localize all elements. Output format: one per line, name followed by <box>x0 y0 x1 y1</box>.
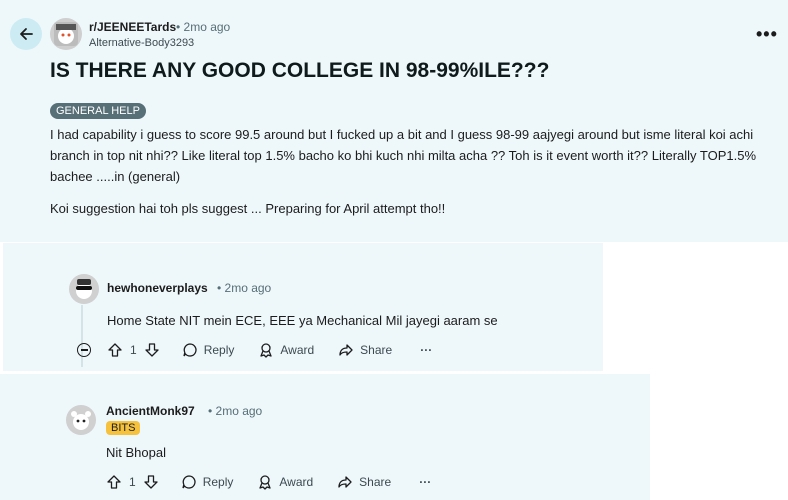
upvote-icon[interactable] <box>107 342 123 358</box>
comment-timestamp: • 2mo ago <box>208 404 263 418</box>
vote-count: 1 <box>129 475 136 489</box>
upvote-icon[interactable] <box>106 474 122 490</box>
comment-username[interactable]: hewhoneverplays <box>107 281 208 295</box>
comment: hewhoneverplays • 2mo ago Home State NIT… <box>3 243 603 371</box>
post-flair[interactable]: GENERAL HELP <box>50 103 146 119</box>
comment-more-button[interactable]: ··· <box>419 475 431 489</box>
post-body: I had capability i guess to score 99.5 a… <box>50 124 780 230</box>
comment-username[interactable]: AncientMonk97 <box>106 404 195 418</box>
comment-bubble-icon <box>182 475 196 489</box>
downvote-icon[interactable] <box>144 342 160 358</box>
comment-body: Home State NIT mein ECE, EEE ya Mechanic… <box>107 313 498 328</box>
vote-count: 1 <box>130 343 137 357</box>
share-button[interactable]: Share <box>337 474 391 490</box>
subreddit-avatar[interactable] <box>50 18 82 50</box>
comment-actions: 1 Reply Award Share ··· <box>107 340 432 360</box>
post-container: r/JEENEETards • 2mo ago Alternative-Body… <box>0 0 788 242</box>
award-icon <box>259 475 272 490</box>
avatar[interactable] <box>69 274 99 304</box>
back-button[interactable] <box>10 18 42 50</box>
comment-bubble-icon <box>183 343 197 357</box>
thread-line[interactable] <box>81 305 83 367</box>
avatar[interactable] <box>66 405 96 435</box>
award-button[interactable]: Award <box>257 474 313 490</box>
reply-button[interactable]: Reply <box>182 342 234 358</box>
post-body-paragraph: I had capability i guess to score 99.5 a… <box>50 127 757 184</box>
post-body-paragraph: Koi suggestion hai toh pls suggest ... P… <box>50 201 446 216</box>
collapse-thread-icon[interactable] <box>77 343 91 357</box>
subreddit-name[interactable]: r/JEENEETards <box>89 20 176 34</box>
post-title: IS THERE ANY GOOD COLLEGE IN 98-99%ILE??… <box>50 59 550 82</box>
comment-actions: 1 Reply Award Share ··· <box>106 472 431 492</box>
comment-body: Nit Bhopal <box>106 445 166 460</box>
post-timestamp: • 2mo ago <box>176 20 231 34</box>
award-button[interactable]: Award <box>258 342 314 358</box>
comment: AncientMonk97 • 2mo ago BITS Nit Bhopal … <box>0 374 650 500</box>
downvote-icon[interactable] <box>143 474 159 490</box>
share-icon <box>338 476 352 488</box>
comment-more-button[interactable]: ··· <box>420 343 432 357</box>
arrow-left-icon <box>20 28 33 40</box>
award-icon <box>260 343 273 358</box>
comment-timestamp: • 2mo ago <box>217 281 272 295</box>
more-options-button[interactable]: ••• <box>756 25 778 43</box>
share-button[interactable]: Share <box>338 342 392 358</box>
user-flair[interactable]: BITS <box>106 421 141 435</box>
post-author[interactable]: Alternative-Body3293 <box>89 37 194 49</box>
reply-button[interactable]: Reply <box>181 474 233 490</box>
share-icon <box>339 344 353 356</box>
